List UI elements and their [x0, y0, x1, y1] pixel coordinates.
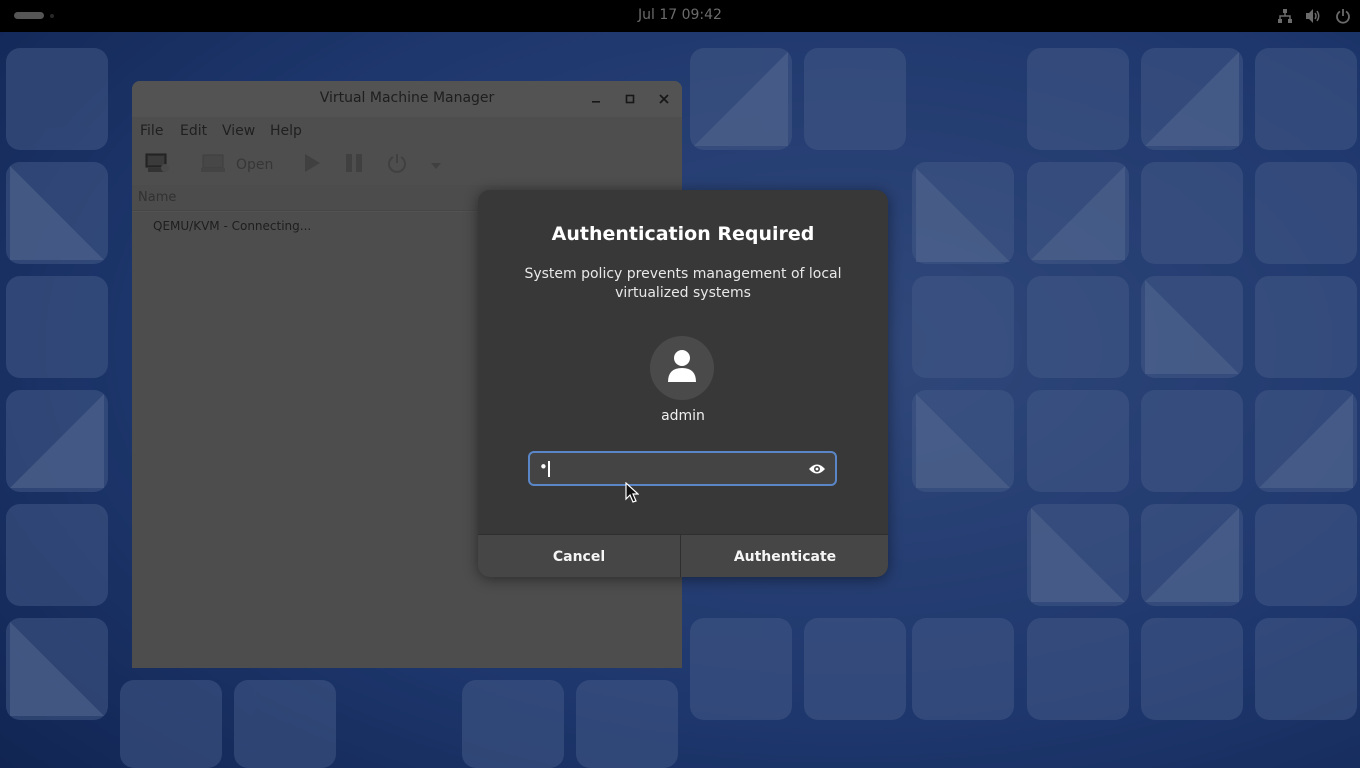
show-password-icon[interactable] [808, 461, 826, 477]
authenticate-button[interactable]: Authenticate [682, 535, 888, 577]
avatar [650, 336, 714, 400]
dialog-message-line2: virtualized systems [615, 285, 751, 301]
user-icon [666, 348, 698, 388]
dialog-message-line1: System policy prevents management of loc… [524, 266, 842, 282]
mouse-cursor-icon [625, 482, 639, 503]
text-caret [548, 461, 550, 477]
password-field[interactable]: • [528, 451, 837, 486]
cancel-button[interactable]: Cancel [478, 535, 681, 577]
dialog-buttons: Cancel Authenticate [478, 534, 888, 577]
username-label: admin [661, 408, 705, 424]
auth-dialog: Authentication Required System policy pr… [478, 190, 888, 577]
dialog-title: Authentication Required [551, 223, 815, 245]
